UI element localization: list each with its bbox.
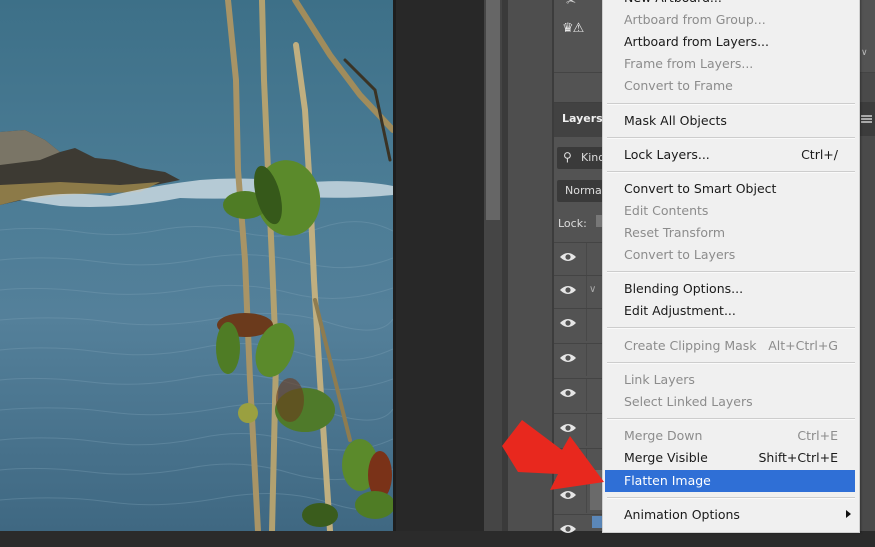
tool-icon: ✂	[566, 0, 577, 8]
tab-layers[interactable]: Layers	[562, 112, 603, 125]
hamburger-menu-icon	[861, 115, 872, 117]
menu-item-edit-adjustment[interactable]: Edit Adjustment...	[603, 300, 859, 322]
lock-label: Lock:	[558, 217, 587, 230]
blend-mode-value: Normal	[565, 184, 605, 197]
annotation-arrow-icon	[502, 420, 604, 490]
row-divider	[586, 309, 587, 341]
menu-separator	[607, 418, 855, 420]
menu-item-convert-to-layers[interactable]: Convert to Layers	[603, 244, 859, 266]
scrollbar-thumb[interactable]	[486, 0, 500, 220]
crown-warning-icon[interactable]: ♛⚠	[562, 21, 584, 36]
menu-item-flatten-image[interactable]: Flatten Image	[605, 470, 855, 492]
menu-separator	[607, 171, 855, 173]
row-divider	[586, 379, 587, 411]
panel-top-right	[858, 0, 875, 73]
menu-item-edit-contents[interactable]: Edit Contents	[603, 200, 859, 222]
document-canvas[interactable]	[0, 0, 393, 531]
row-divider	[586, 276, 587, 308]
menu-item-lock-layers[interactable]: Lock Layers... Ctrl+/	[603, 144, 859, 166]
panel-right-edge	[858, 0, 875, 531]
submenu-arrow-icon	[846, 510, 851, 518]
panel-menu-button[interactable]	[858, 102, 875, 136]
menu-separator	[607, 271, 855, 273]
menu-item-convert-to-smart-object[interactable]: Convert to Smart Object	[603, 178, 859, 200]
pasteboard	[396, 0, 484, 531]
menu-item-artboard-from-group[interactable]: Artboard from Group...	[603, 9, 859, 31]
visibility-eye-icon[interactable]	[559, 317, 577, 329]
visibility-eye-icon[interactable]	[559, 352, 577, 364]
menu-item-frame-from-layers[interactable]: Frame from Layers...	[603, 53, 859, 75]
layers-context-menu: New Artboard... Artboard from Group... A…	[602, 0, 860, 533]
menu-separator	[607, 103, 855, 105]
menu-item-animation-options[interactable]: Animation Options	[603, 504, 859, 526]
menu-item-artboard-from-layers[interactable]: Artboard from Layers...	[603, 31, 859, 53]
menu-item-select-linked-layers[interactable]: Select Linked Layers	[603, 391, 859, 413]
visibility-eye-icon[interactable]	[559, 284, 577, 296]
menu-item-create-clipping-mask[interactable]: Create Clipping Mask Alt+Ctrl+G	[603, 335, 859, 357]
menu-item-convert-to-frame[interactable]: Convert to Frame	[603, 75, 859, 97]
menu-item-blending-options[interactable]: Blending Options...	[603, 278, 859, 300]
menu-separator	[607, 137, 855, 139]
menu-item-reset-transform[interactable]: Reset Transform	[603, 222, 859, 244]
visibility-eye-icon[interactable]	[559, 523, 577, 535]
menu-item-merge-visible[interactable]: Merge Visible Shift+Ctrl+E	[603, 447, 859, 469]
menu-item-new-artboard[interactable]: New Artboard...	[603, 0, 859, 9]
visibility-eye-icon[interactable]	[559, 251, 577, 263]
group-expand-chevron-icon[interactable]: ∨	[589, 284, 596, 295]
search-icon: ⚲	[563, 150, 572, 164]
layer-thumbnail-image	[592, 516, 602, 528]
row-divider	[586, 243, 587, 275]
row-divider	[586, 344, 587, 376]
menu-separator	[607, 362, 855, 364]
menu-item-merge-down[interactable]: Merge Down Ctrl+E	[603, 425, 859, 447]
photo-image	[0, 0, 393, 531]
menu-separator	[607, 497, 855, 499]
menu-separator	[607, 327, 855, 329]
visibility-eye-icon[interactable]	[559, 387, 577, 399]
chevron-down-icon[interactable]: ∨	[861, 48, 868, 58]
menu-item-mask-all-objects[interactable]: Mask All Objects	[603, 110, 859, 132]
menu-item-link-layers[interactable]: Link Layers	[603, 369, 859, 391]
